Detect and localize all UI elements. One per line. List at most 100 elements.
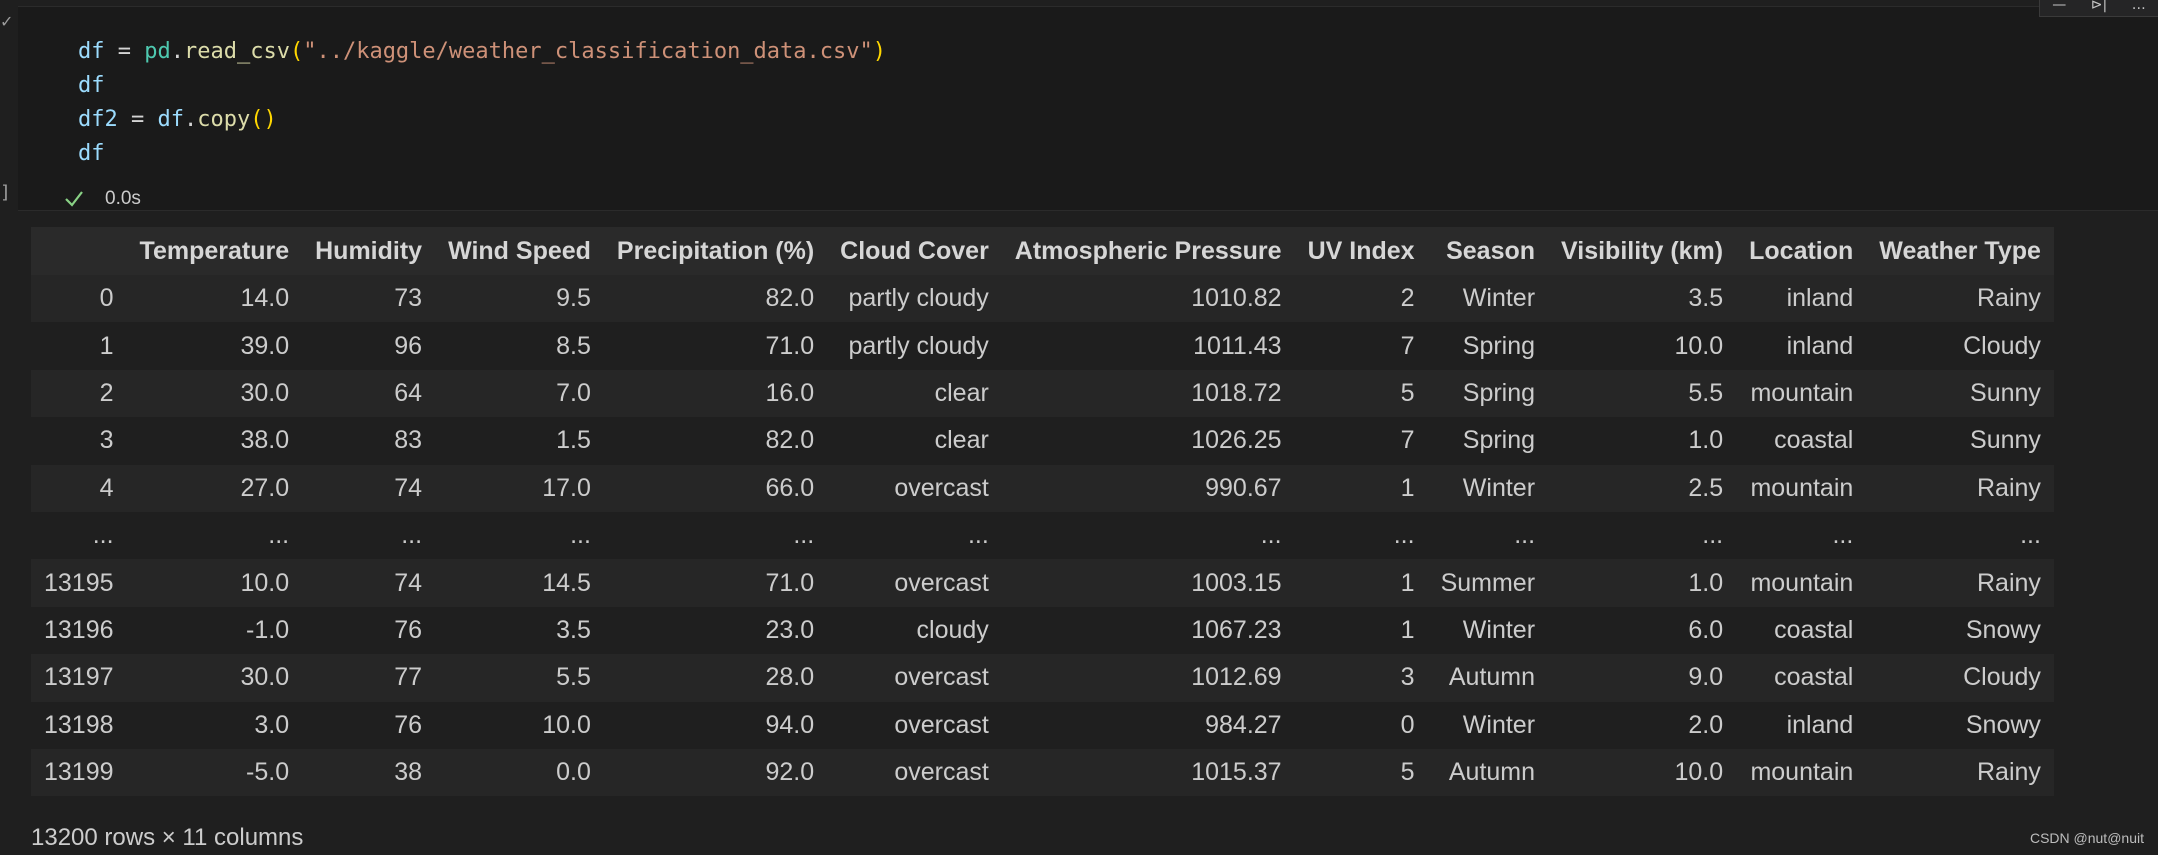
table-cell: 1.0 [1548,417,1737,465]
table-cell: 10.0 [435,701,604,749]
table-cell: ... [435,511,604,560]
table-cell: mountain [1736,464,1867,512]
table-cell: ... [603,511,828,560]
table-cell: 66.0 [603,464,828,512]
table-cell: 28.0 [603,654,828,702]
execution-time: 0.0s [105,188,141,209]
table-cell: Cloudy [1866,654,2054,702]
table-cell: ... [1427,511,1549,560]
table-cell: inland [1736,322,1867,370]
table-cell: Spring [1427,417,1549,465]
table-cell: coastal [1736,417,1867,465]
table-cell: 1 [1294,464,1428,512]
code-token: () [250,107,277,132]
table-cell: 7.0 [435,369,604,418]
collapse-marker-icon[interactable]: ✓ [0,14,13,30]
code-token: df [78,141,105,166]
minus-icon[interactable]: — [2052,0,2066,12]
run-below-icon[interactable]: ⊳| [2091,0,2107,12]
table-cell: 10.0 [1548,322,1737,370]
table-cell: Sunny [1866,417,2054,465]
table-cell: 30.0 [126,369,303,418]
table-cell: 2 [1294,275,1428,323]
table-cell: -1.0 [126,606,303,655]
column-header: UV Index [1294,227,1428,275]
column-header: Wind Speed [435,227,604,275]
table-cell: 1003.15 [1001,559,1295,607]
header-row: Temperature Humidity Wind Speed Precipitati… [31,227,2054,275]
table-cell: 3.5 [435,606,604,655]
table-cell: ... [1548,511,1737,560]
table-cell: Rainy [1866,748,2054,797]
more-icon[interactable]: … [2132,0,2146,12]
table-cell: 14.5 [435,559,604,607]
code-token: = [104,39,145,64]
table-cell: Rainy [1866,275,2054,323]
code-token: pd [144,39,171,64]
table-cell: 14.0 [126,275,303,323]
table-cell: 82.0 [603,275,828,323]
row-index: 13196 [31,606,127,655]
table-cell: mountain [1736,369,1867,418]
code-line[interactable]: df [78,137,886,171]
column-header: Season [1427,227,1549,275]
row-index: 0 [31,275,127,323]
table-row: 13197 30.0 77 5.5 28.0 overcast 1012.69 3 Autumn… [31,654,2054,702]
table-cell: 7 [1294,417,1428,465]
row-index: 13197 [31,654,127,702]
column-header: Temperature [126,227,303,275]
code-line[interactable]: df = pd.read_csv("../kaggle/weather_clas… [78,35,886,69]
table-cell: Winter [1427,464,1549,512]
table-cell: 0 [1294,701,1428,749]
code-editor[interactable]: df = pd.read_csv("../kaggle/weather_clas… [78,35,886,171]
table-cell: inland [1736,701,1867,749]
table-cell: Rainy [1866,464,2054,512]
table-cell: Winter [1427,606,1549,655]
column-header: Cloud Cover [827,227,1002,275]
code-token: "../kaggle/weather_classification_data.c… [303,39,873,64]
code-token: ( [289,39,304,64]
table-header: Temperature Humidity Wind Speed Precipitati… [31,227,2054,275]
table-cell: 27.0 [126,464,303,512]
table-cell: clear [827,417,1002,465]
table-cell: 2.0 [1548,701,1737,749]
column-header: Weather Type [1866,227,2054,275]
index-header [31,227,127,275]
table-cell: ... [1294,511,1428,560]
table-cell: 10.0 [126,559,303,607]
notebook-editor: ✓ ] df = pd.read_csv("../kaggle/weather_… [0,0,2158,855]
table-cell: Winter [1427,275,1549,323]
code-token: copy [197,107,251,132]
table-row: 13199 -5.0 38 0.0 92.0 overcast 1015.37 5 Autumn… [31,748,2054,797]
cell-status: 0.0s [63,185,141,213]
table-cell: Autumn [1427,654,1549,702]
table-cell: 96 [302,322,436,370]
table-cell: 1.0 [1548,559,1737,607]
code-line[interactable]: df [78,69,886,103]
table-cell: 990.67 [1001,464,1295,512]
table-cell: ... [827,511,1002,560]
table-cell: cloudy [827,606,1002,655]
cell-gutter: ✓ ] [0,0,18,212]
code-line[interactable]: df2 = df.copy() [78,103,886,137]
table-cell: clear [827,369,1002,418]
row-index: 4 [31,464,127,512]
table-cell: Rainy [1866,559,2054,607]
table-cell: 82.0 [603,417,828,465]
code-cell[interactable]: df = pd.read_csv("../kaggle/weather_clas… [18,6,2158,211]
table-cell: 3 [1294,654,1428,702]
table-cell: coastal [1736,654,1867,702]
row-index: 13199 [31,748,127,797]
table-cell: ... [126,511,303,560]
table-cell: 9.0 [1548,654,1737,702]
table-cell: 5.5 [435,654,604,702]
table-row: 13195 10.0 74 14.5 71.0 overcast 1003.15 1 Summe… [31,559,2054,607]
row-index: 13195 [31,559,127,607]
row-index: 1 [31,322,127,370]
watermark: CSDN @nut@nuit [2029,830,2144,846]
column-header: Visibility (km) [1548,227,1737,275]
cell-output: Temperature Humidity Wind Speed Precipitati… [31,227,2054,797]
table-cell: 16.0 [603,369,828,418]
table-cell: ... [1736,511,1867,560]
table-cell: Sunny [1866,369,2054,418]
